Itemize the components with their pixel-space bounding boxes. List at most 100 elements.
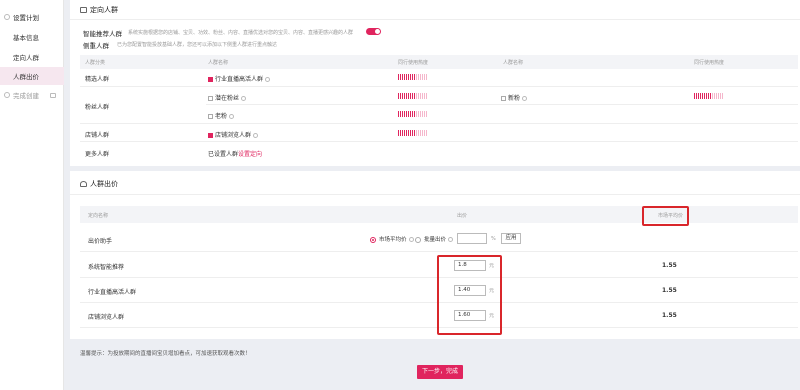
- next-complete-button[interactable]: 下一步，完成: [417, 365, 463, 379]
- heat-bar-segment: [406, 111, 407, 117]
- heat-bar-segment: [704, 93, 705, 99]
- heat-bar-segment: [426, 93, 427, 99]
- heat-bar-segment: [416, 130, 417, 136]
- radio-batch-bid[interactable]: 批量出价: [415, 235, 454, 243]
- apply-button[interactable]: 应用: [501, 233, 521, 244]
- heat-bar-segment: [714, 93, 715, 99]
- heat-bar-segment: [412, 130, 413, 136]
- heat-bar-segment: [408, 111, 409, 117]
- focus-crowd-label: 侧重人群: [83, 42, 109, 50]
- heat-bar-segment: [400, 74, 401, 80]
- heat-bar-segment: [404, 130, 405, 136]
- heat-bar-segment: [426, 74, 427, 80]
- set-targeting-link[interactable]: 设置定向: [238, 149, 262, 158]
- crowd-option[interactable]: 新粉: [501, 93, 528, 102]
- section-header: 人群出价: [80, 179, 118, 189]
- heat-bar-segment: [414, 111, 415, 117]
- heat-bar-segment: [410, 74, 411, 80]
- heat-bar-segment: [698, 93, 699, 99]
- step-label: 定向人群: [13, 54, 39, 62]
- preset-crowd-label: 已设置人群: [208, 151, 239, 158]
- crowd-option[interactable]: 老粉: [208, 111, 235, 120]
- heat-bar-segment: [414, 74, 415, 80]
- help-icon[interactable]: [241, 96, 247, 101]
- market-avg-value: 1.55: [662, 262, 677, 269]
- heat-bar-segment: [416, 74, 417, 80]
- heat-bar-segment: [420, 74, 421, 80]
- checkbox-checked[interactable]: [208, 77, 213, 82]
- help-icon[interactable]: [265, 77, 271, 82]
- crowd-option[interactable]: 行业直播高活人群: [208, 74, 271, 83]
- heat-bar-segment: [712, 93, 713, 99]
- smart-crowd-toggle[interactable]: [366, 28, 381, 35]
- checkbox-checked[interactable]: [208, 133, 213, 138]
- row-category: 粉丝人群: [85, 104, 110, 111]
- heat-bar-segment: [418, 130, 419, 136]
- radio-icon[interactable]: [415, 236, 421, 243]
- help-icon[interactable]: [253, 133, 259, 138]
- heat-bar-segment: [424, 130, 425, 136]
- heat-bar: [694, 93, 723, 99]
- heat-bar-segment: [402, 130, 403, 136]
- smart-crowd-label: 智能推荐人群: [83, 30, 122, 38]
- crowd-option[interactable]: 潜在粉丝: [208, 93, 247, 102]
- col-name: 人群名称: [208, 60, 229, 66]
- bid-table-header: [80, 206, 798, 223]
- percent-input[interactable]: [457, 233, 487, 244]
- radio-selected-icon[interactable]: [370, 236, 376, 243]
- market-avg-value: 1.55: [662, 312, 677, 319]
- heat-bar-segment: [422, 111, 423, 117]
- heat-bar-segment: [410, 111, 411, 117]
- heat-bar-segment: [406, 74, 407, 80]
- section-title: 人群出价: [90, 180, 118, 188]
- heat-bar-segment: [416, 93, 417, 99]
- row-category: 店铺人群: [85, 132, 110, 139]
- checkbox[interactable]: [208, 96, 213, 101]
- help-icon[interactable]: [229, 114, 235, 119]
- heat-bar-segment: [398, 130, 399, 136]
- heat-bar-segment: [420, 93, 421, 99]
- step-basic-info[interactable]: 基本信息: [0, 28, 64, 46]
- step-label: 设置计划: [13, 14, 39, 22]
- heat-bar: [398, 93, 427, 99]
- step-label: 完成创建: [13, 92, 39, 100]
- heat-bar-segment: [406, 130, 407, 136]
- heat-bar-segment: [420, 130, 421, 136]
- heat-bar-segment: [408, 74, 409, 80]
- heat-bar-segment: [422, 74, 423, 80]
- divider: [80, 251, 798, 252]
- checkbox[interactable]: [208, 114, 213, 119]
- heat-bar-segment: [710, 93, 711, 99]
- heat-bar-segment: [400, 130, 401, 136]
- section-title: 定向人群: [90, 6, 118, 14]
- step-setup-plan[interactable]: 设置计划: [0, 8, 64, 26]
- crowd-option[interactable]: 店铺浏览人群: [208, 130, 259, 139]
- lock-icon: [50, 93, 56, 98]
- step-crowd-bid[interactable]: 人群出价: [0, 67, 64, 85]
- col-heat: 同行使用热度: [398, 60, 429, 66]
- col-heat-b: 同行使用热度: [694, 60, 725, 66]
- bid-helper-label: 出价助手: [88, 238, 113, 245]
- heat-bar-segment: [404, 74, 405, 80]
- row-target-name: 行业直播高活人群: [88, 289, 137, 296]
- help-icon[interactable]: [522, 96, 528, 101]
- market-avg-value: 1.55: [662, 287, 677, 294]
- market-avg-highlight-box: [642, 206, 689, 226]
- divider: [206, 104, 798, 105]
- help-icon[interactable]: [448, 237, 454, 242]
- radio-market-avg[interactable]: 市场平均价: [370, 235, 414, 243]
- heat-bar-segment: [696, 93, 697, 99]
- checkbox[interactable]: [501, 96, 506, 101]
- row-category: 更多人群: [85, 151, 110, 158]
- step-target-crowd[interactable]: 定向人群: [0, 48, 64, 66]
- heat-bar-segment: [706, 93, 707, 99]
- heat-bar-segment: [418, 111, 419, 117]
- heat-bar-segment: [402, 74, 403, 80]
- heat-bar-segment: [700, 93, 701, 99]
- divider: [70, 19, 800, 20]
- heat-bar-segment: [416, 111, 417, 117]
- help-icon[interactable]: [408, 237, 414, 242]
- heat-bar-segment: [398, 74, 399, 80]
- heat-bar-segment: [718, 93, 719, 99]
- heat-bar-segment: [408, 130, 409, 136]
